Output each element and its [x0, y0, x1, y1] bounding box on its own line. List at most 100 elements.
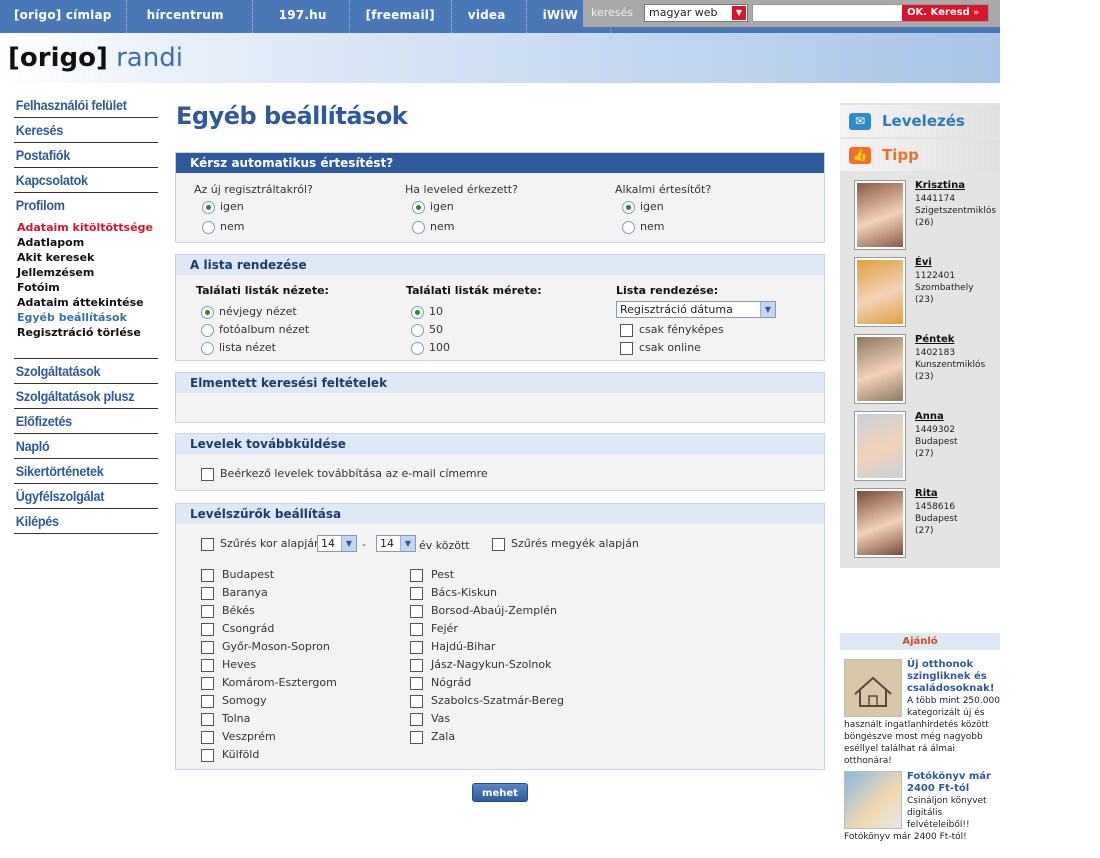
notify-occ-yes[interactable]: igen: [622, 200, 664, 214]
photo-only-checkbox[interactable]: csak fényképes: [620, 323, 724, 337]
menu-kapcsolatok[interactable]: Kapcsolatok: [14, 168, 158, 193]
notify-new-no[interactable]: nem: [202, 220, 244, 234]
county-checkbox[interactable]: Zala: [410, 730, 455, 744]
order-select[interactable]: Regisztráció dátuma ▼: [616, 301, 776, 318]
search-scope-select[interactable]: magyar web ▼: [644, 4, 748, 22]
age-filter-checkbox[interactable]: Szűrés kor alapján: [201, 537, 321, 551]
radio-icon: [412, 220, 425, 234]
member-photo[interactable]: [854, 334, 906, 404]
house-drawing-image: [844, 659, 902, 717]
forward-checkbox[interactable]: Beérkező levelek továbbítása az e-mail c…: [201, 467, 488, 481]
county-checkbox[interactable]: Budapest: [201, 568, 274, 582]
member-card[interactable]: Péntek 1402183 Kunszentmiklós (23): [854, 334, 1000, 406]
member-card[interactable]: Krisztina 1441174 Szigetszentmiklós (26): [854, 180, 1000, 252]
view-lista[interactable]: lista nézet: [201, 341, 276, 355]
menu-felhasznaloi-felulet[interactable]: Felhasználói felület: [14, 93, 158, 118]
county-checkbox[interactable]: Borsod-Abaúj-Zemplén: [410, 604, 557, 618]
submenu-egyeb-beallitasok[interactable]: Egyéb beállítások: [14, 310, 158, 325]
county-checkbox[interactable]: Győr-Moson-Sopron: [201, 640, 330, 654]
topnav-origo[interactable]: [origo] címlap: [0, 0, 127, 33]
county-checkbox[interactable]: Tolna: [201, 712, 250, 726]
submenu-adatlapom[interactable]: Adatlapom: [14, 235, 158, 250]
member-photo[interactable]: [854, 411, 906, 481]
county-checkbox[interactable]: Bács-Kiskun: [410, 586, 497, 600]
online-only-checkbox[interactable]: csak online: [620, 341, 701, 355]
view-fotoalbum[interactable]: fotóalbum nézet: [201, 323, 309, 337]
county-checkbox[interactable]: Nógrád: [410, 676, 471, 690]
member-name[interactable]: Krisztina: [915, 180, 965, 191]
size-50[interactable]: 50: [411, 323, 443, 337]
topnav-197[interactable]: 197.hu: [253, 0, 350, 33]
submit-button[interactable]: mehet: [472, 783, 528, 802]
county-checkbox[interactable]: Komárom-Esztergom: [201, 676, 337, 690]
option-label: nem: [430, 220, 455, 233]
county-checkbox[interactable]: Baranya: [201, 586, 268, 600]
menu-profilom[interactable]: Profilom: [14, 193, 158, 218]
member-name[interactable]: Évi: [915, 257, 932, 268]
mail-box-header[interactable]: ✉ Levelezés: [840, 105, 1000, 137]
photo-fill: [857, 337, 903, 401]
county-checkbox[interactable]: Fejér: [410, 622, 458, 636]
search-button[interactable]: OK. Keresd »: [902, 5, 988, 21]
county-checkbox[interactable]: Hajdú-Bihar: [410, 640, 495, 654]
menu-sikertortenetek[interactable]: Sikertörténetek: [14, 459, 158, 484]
member-photo[interactable]: [854, 257, 906, 327]
notify-mail-yes[interactable]: igen: [412, 200, 454, 214]
notify-new-yes[interactable]: igen: [202, 200, 244, 214]
age-from-select[interactable]: 14 ▼: [317, 535, 357, 552]
menu-kereses[interactable]: Keresés: [14, 118, 158, 143]
submenu-jellemzesem[interactable]: Jellemzésem: [14, 265, 158, 280]
notify-occ-no[interactable]: nem: [622, 220, 664, 234]
submenu-akit-keresek[interactable]: Akit keresek: [14, 250, 158, 265]
option-label: Szűrés kor alapján: [220, 537, 322, 550]
member-photo[interactable]: [854, 488, 906, 558]
menu-naplo[interactable]: Napló: [14, 434, 158, 459]
site-logo[interactable]: [origo] randi: [8, 43, 183, 73]
county-checkbox[interactable]: Csongrád: [201, 622, 274, 636]
checkbox-icon: [410, 568, 423, 582]
county-checkbox[interactable]: Szabolcs-Szatmár-Bereg: [410, 694, 564, 708]
county-label: Nógrád: [431, 676, 472, 689]
member-card[interactable]: Rita 1458616 Budapest (27): [854, 488, 1000, 560]
menu-szolgaltatasok-plusz[interactable]: Szolgáltatások plusz: [14, 384, 158, 409]
member-id: 1449302: [915, 425, 956, 435]
saved-search-header: Elmentett keresési feltételek: [176, 373, 824, 393]
county-checkbox[interactable]: Jász-Nagykun-Szolnok: [410, 658, 551, 672]
county-checkbox[interactable]: Veszprém: [201, 730, 276, 744]
menu-kilepes[interactable]: Kilépés: [14, 509, 158, 534]
submenu-regisztracio-torlese[interactable]: Regisztráció törlése: [14, 325, 158, 340]
view-nevjegy[interactable]: névjegy nézet: [201, 305, 297, 319]
member-card[interactable]: Anna 1449302 Budapest (27): [854, 411, 1000, 483]
size-100[interactable]: 100: [411, 341, 450, 355]
member-name[interactable]: Rita: [915, 488, 938, 499]
menu-ugyfelszolgalat[interactable]: Ügyfélszolgálat: [14, 484, 158, 509]
ad-real-estate[interactable]: Új otthonok szingliknek és családosoknak…: [844, 659, 1000, 767]
top-bar: [origo] címlap hírcentrum 197.hu [freema…: [0, 0, 1000, 33]
topnav-freemail[interactable]: [freemail]: [350, 0, 452, 33]
submenu-kitoltottseg[interactable]: Adataim kitöltöttsége: [14, 220, 158, 235]
member-name[interactable]: Anna: [915, 411, 944, 422]
menu-elofizetes[interactable]: Előfizetés: [14, 409, 158, 434]
topnav-videa[interactable]: videa: [452, 0, 527, 33]
member-info: 1402183 Kunszentmiklós (23): [915, 347, 985, 383]
county-filter-checkbox[interactable]: Szűrés megyék alapján: [492, 537, 639, 551]
submenu-attekintes[interactable]: Adataim áttekintése: [14, 295, 158, 310]
member-card[interactable]: Évi 1122401 Szombathely (23): [854, 257, 1000, 329]
member-city: Szigetszentmiklós: [915, 206, 997, 216]
ad-photobook[interactable]: Fotókönyv már 2400 Ft-tól Csináljon köny…: [844, 771, 1000, 843]
menu-postafiok[interactable]: Postafiók: [14, 143, 158, 168]
county-checkbox[interactable]: Somogy: [201, 694, 267, 708]
county-checkbox[interactable]: Pest: [410, 568, 454, 582]
county-checkbox[interactable]: Külföld: [201, 748, 259, 762]
county-checkbox[interactable]: Békés: [201, 604, 255, 618]
notify-mail-no[interactable]: nem: [412, 220, 454, 234]
county-checkbox[interactable]: Heves: [201, 658, 256, 672]
submenu-fotoim[interactable]: Fotóim: [14, 280, 158, 295]
topnav-hircentrum[interactable]: hírcentrum: [127, 0, 253, 33]
size-10[interactable]: 10: [411, 305, 443, 319]
member-photo[interactable]: [854, 180, 906, 250]
menu-szolgaltatasok[interactable]: Szolgáltatások: [14, 359, 158, 384]
county-checkbox[interactable]: Vas: [410, 712, 450, 726]
age-to-select[interactable]: 14 ▼: [376, 535, 416, 552]
member-name[interactable]: Péntek: [915, 334, 954, 345]
